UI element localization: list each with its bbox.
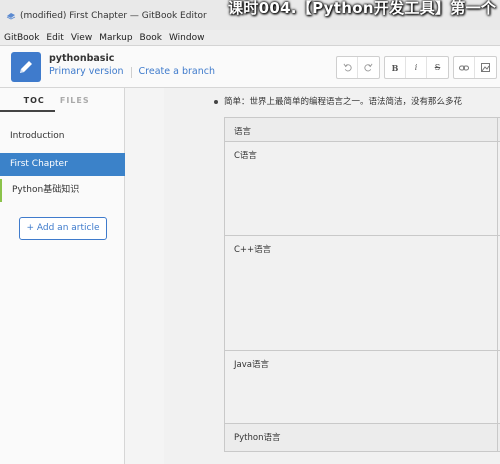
- sidebar-item-introduction[interactable]: Introduction: [0, 125, 125, 148]
- table-header-row: 语言: [225, 117, 500, 142]
- menu-book[interactable]: Book: [140, 33, 162, 43]
- pencil-icon: [20, 61, 32, 73]
- bold-button[interactable]: B: [385, 57, 406, 78]
- branch-row: Primary version Create a branch: [49, 66, 215, 78]
- table-cell[interactable]: Java语言: [234, 358, 269, 370]
- redo-icon[interactable]: [358, 57, 379, 78]
- table-row: Python语言: [225, 424, 500, 452]
- menu-gitbook[interactable]: GitBook: [4, 33, 39, 43]
- branch-separator: [130, 67, 132, 78]
- title-bar: (modified) First Chapter — GitBook Edito…: [0, 0, 500, 30]
- text-style-group: B i S: [384, 56, 449, 79]
- book-edit-icon[interactable]: [11, 52, 41, 82]
- book-name: pythonbasic: [49, 53, 115, 64]
- sidebar-item-python-basics[interactable]: Python基础知识: [0, 179, 125, 202]
- italic-button[interactable]: i: [406, 57, 427, 78]
- bullet-marker: [214, 99, 218, 104]
- create-branch-link[interactable]: Create a branch: [139, 66, 215, 78]
- editor-gutter: [126, 88, 164, 464]
- primary-version-link[interactable]: Primary version: [49, 66, 124, 78]
- sidebar-item-first-chapter[interactable]: First Chapter: [0, 153, 125, 176]
- undo-icon[interactable]: [337, 57, 358, 78]
- gitbook-app-icon: [6, 13, 16, 20]
- format-toolbar: B i S: [336, 56, 500, 79]
- video-caption-overlay: 课时004.【Python开发工具】第一个: [228, 0, 497, 17]
- menu-window[interactable]: Window: [169, 33, 205, 43]
- tab-toc[interactable]: TOC: [0, 88, 55, 112]
- language-table: 语言 C语言 C++语言 Java语言 Python语言: [224, 117, 500, 452]
- table-cell[interactable]: Python语言: [234, 431, 280, 443]
- menu-edit[interactable]: Edit: [46, 33, 63, 43]
- link-icon[interactable]: [454, 57, 475, 78]
- column-divider: [497, 351, 498, 423]
- menu-markup[interactable]: Markup: [99, 33, 132, 43]
- table-header-cell[interactable]: 语言: [234, 125, 251, 137]
- column-divider: [497, 236, 498, 350]
- table-row: C语言: [225, 142, 500, 236]
- sidebar: TOC FILES Introduction First Chapter Pyt…: [0, 88, 125, 464]
- image-icon[interactable]: [475, 57, 496, 78]
- table-row: Java语言: [225, 351, 500, 424]
- sidebar-tabs: TOC FILES: [0, 88, 125, 112]
- menu-view[interactable]: View: [71, 33, 92, 43]
- column-divider: [497, 424, 498, 451]
- insert-group: [453, 56, 497, 79]
- menu-bar: GitBook Edit View Markup Book Window: [0, 30, 500, 46]
- strikethrough-button[interactable]: S: [427, 57, 448, 78]
- column-divider: [497, 142, 498, 235]
- editor-header: pythonbasic Primary version Create a bra…: [0, 46, 500, 88]
- history-group: [336, 56, 380, 79]
- bullet-paragraph[interactable]: 简单：世界上最简单的编程语言之一。语法简洁，没有那么多花: [214, 95, 462, 107]
- column-divider: [497, 118, 498, 141]
- tab-files[interactable]: FILES: [55, 88, 126, 112]
- table-cell[interactable]: C++语言: [234, 243, 271, 255]
- table-row: C++语言: [225, 236, 500, 351]
- editor-content[interactable]: 简单：世界上最简单的编程语言之一。语法简洁，没有那么多花 语言 C语言 C++语…: [164, 88, 500, 464]
- table-cell[interactable]: C语言: [234, 149, 257, 161]
- bullet-text: 简单：世界上最简单的编程语言之一。语法简洁，没有那么多花: [224, 97, 463, 107]
- window-title: (modified) First Chapter — GitBook Edito…: [20, 11, 207, 21]
- add-article-button[interactable]: + Add an article: [19, 217, 107, 240]
